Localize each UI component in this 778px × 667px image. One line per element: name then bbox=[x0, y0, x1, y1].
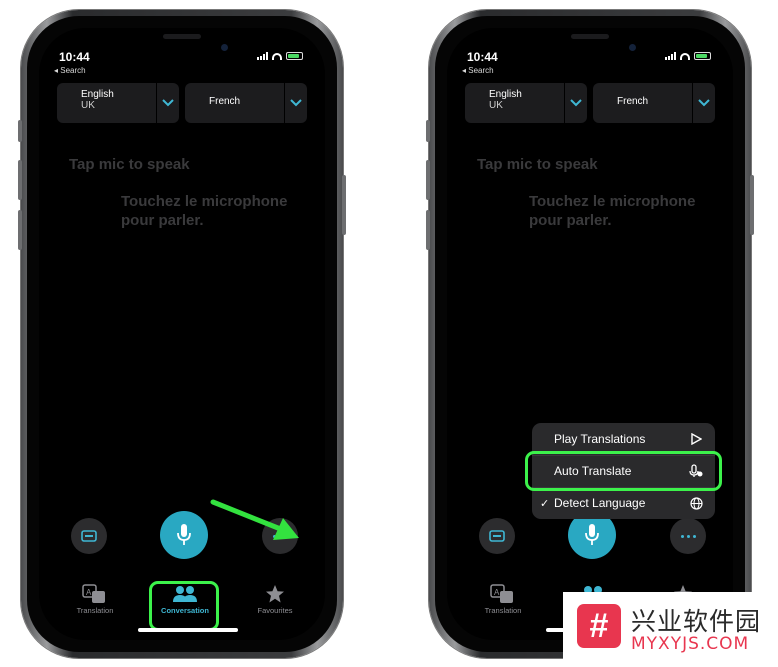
speaker-grille bbox=[571, 34, 609, 39]
front-camera bbox=[629, 44, 636, 51]
source-placeholder: Tap mic to speak bbox=[477, 156, 598, 173]
menu-item-detect-language[interactable]: ✓ Detect Language bbox=[532, 487, 715, 519]
volume-down-button bbox=[18, 210, 22, 250]
target-language-text: French bbox=[593, 83, 692, 123]
front-camera bbox=[221, 44, 228, 51]
tab-translation-label: Translation bbox=[76, 606, 114, 615]
side-button bbox=[750, 175, 754, 235]
mute-switch bbox=[18, 120, 22, 142]
checkmark-icon: ✓ bbox=[540, 497, 550, 510]
subtitles-icon bbox=[81, 530, 97, 542]
status-time: 10:44 bbox=[467, 50, 498, 64]
target-language-text: French bbox=[185, 83, 284, 123]
bezel: 10:44 ◂ Search English UK French Tap mic… bbox=[435, 16, 745, 652]
back-to-search-link[interactable]: ◂ Search bbox=[462, 66, 494, 75]
back-to-search-link[interactable]: ◂ Search bbox=[54, 66, 86, 75]
menu-item-label: Play Translations bbox=[554, 432, 646, 446]
bezel: 10:44 ◂ Search English UK French Tap mic… bbox=[27, 16, 337, 652]
side-button bbox=[342, 175, 346, 235]
green-arrow-annotation bbox=[210, 499, 299, 540]
svg-text:A: A bbox=[494, 588, 500, 597]
status-time: 10:44 bbox=[59, 50, 90, 64]
target-placeholder: Touchez le microphone pour parler. bbox=[121, 193, 288, 229]
play-icon bbox=[689, 432, 703, 446]
more-options-button[interactable] bbox=[670, 518, 706, 554]
source-language-text: English UK bbox=[465, 83, 564, 123]
wifi-icon bbox=[680, 52, 690, 60]
source-language-text: English UK bbox=[57, 83, 156, 123]
target-placeholder: Touchez le microphone pour parler. bbox=[529, 193, 696, 229]
watermark-chinese-text: 兴业软件园 bbox=[631, 607, 762, 636]
language-selector-row: English UK French bbox=[57, 83, 307, 123]
home-indicator bbox=[138, 628, 238, 632]
tab-favourites-label: Favourites bbox=[257, 606, 293, 615]
chevron-down-icon[interactable] bbox=[284, 83, 307, 123]
watermark-latin-text: MYXYJS.COM bbox=[631, 634, 750, 654]
translate-icon: A bbox=[82, 584, 105, 603]
tab-translation[interactable]: A Translation bbox=[463, 582, 543, 615]
status-icons bbox=[665, 52, 711, 60]
language-selector-row: English UK French bbox=[465, 83, 715, 123]
microphone-button[interactable] bbox=[160, 511, 208, 559]
star-icon bbox=[266, 585, 284, 603]
signal-icon bbox=[257, 52, 268, 60]
wifi-icon bbox=[272, 52, 282, 60]
conversation-tab-highlight bbox=[149, 581, 219, 631]
target-language-name: French bbox=[617, 96, 649, 107]
watermark-logo: # bbox=[577, 604, 621, 648]
hash-icon: # bbox=[589, 607, 609, 645]
chevron-down-icon[interactable] bbox=[692, 83, 715, 123]
source-language-region: UK bbox=[489, 100, 503, 111]
speaker-grille bbox=[163, 34, 201, 39]
signal-icon bbox=[665, 52, 676, 60]
source-language-selector[interactable]: English UK bbox=[465, 83, 587, 123]
tab-translation-label: Translation bbox=[484, 606, 522, 615]
source-language-selector[interactable]: English UK bbox=[57, 83, 179, 123]
translate-icon: A bbox=[490, 584, 513, 603]
subtitles-button[interactable] bbox=[71, 518, 107, 554]
target-language-selector[interactable]: French bbox=[185, 83, 307, 123]
tab-favourites[interactable]: Favourites bbox=[235, 582, 315, 615]
target-language-selector[interactable]: French bbox=[593, 83, 715, 123]
subtitles-button[interactable] bbox=[479, 518, 515, 554]
phone-left: 10:44 ◂ Search English UK French Tap mic… bbox=[18, 10, 346, 658]
ellipsis-icon bbox=[680, 534, 696, 538]
chevron-down-icon[interactable] bbox=[564, 83, 587, 123]
mute-switch bbox=[426, 120, 430, 142]
auto-translate-highlight bbox=[525, 451, 722, 491]
source-placeholder: Tap mic to speak bbox=[69, 156, 190, 173]
status-icons bbox=[257, 52, 303, 60]
screen: 10:44 ◂ Search English UK French Tap mic… bbox=[39, 28, 325, 640]
battery-icon bbox=[286, 52, 303, 60]
globe-icon bbox=[689, 496, 703, 510]
tab-translation[interactable]: A Translation bbox=[55, 582, 135, 615]
source-language-region: UK bbox=[81, 100, 95, 111]
subtitles-icon bbox=[489, 530, 505, 542]
menu-item-label: Detect Language bbox=[554, 496, 646, 510]
microphone-icon bbox=[585, 524, 599, 545]
microphone-icon bbox=[177, 524, 191, 545]
volume-up-button bbox=[18, 160, 22, 200]
volume-down-button bbox=[426, 210, 430, 250]
screen: 10:44 ◂ Search English UK French Tap mic… bbox=[447, 28, 733, 640]
source-language-name: English bbox=[489, 89, 522, 100]
chevron-down-icon[interactable] bbox=[156, 83, 179, 123]
target-language-name: French bbox=[209, 96, 241, 107]
battery-icon bbox=[694, 52, 711, 60]
watermark: # 兴业软件园 MYXYJS.COM bbox=[563, 592, 778, 667]
source-language-name: English bbox=[81, 89, 114, 100]
svg-text:A: A bbox=[86, 588, 92, 597]
phone-right: 10:44 ◂ Search English UK French Tap mic… bbox=[426, 10, 754, 658]
volume-up-button bbox=[426, 160, 430, 200]
